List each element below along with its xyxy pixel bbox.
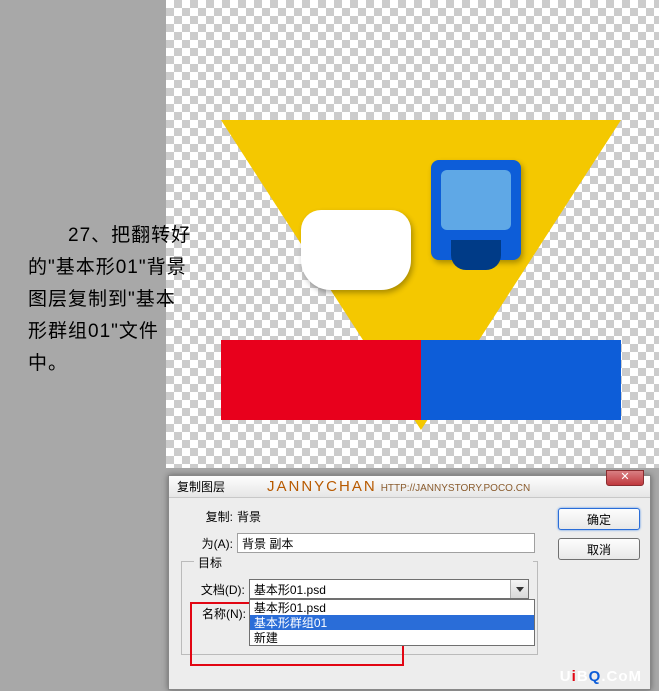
- target-fieldset: 目标 文档(D): 基本形01.psd 基本形01.psd 基本形群组01 新建…: [181, 561, 538, 655]
- toy-cab: [431, 160, 521, 260]
- toy-base: [221, 340, 621, 420]
- document-label: 文档(D):: [190, 581, 249, 598]
- dropdown-option[interactable]: 新建: [250, 630, 534, 645]
- uibq-watermark: UiBQ.CoM: [560, 668, 642, 685]
- cancel-button[interactable]: 取消: [558, 538, 640, 560]
- dialog-title-text: 复制图层: [177, 478, 225, 495]
- step-description: 27、把翻转好的"基本形01"背景图层复制到"基本形群组01"文件中。: [28, 220, 193, 380]
- duplicate-layer-dialog: 复制图层 JANNYCHANHTTP://JANNYSTORY.POCO.CN …: [168, 475, 651, 690]
- name-label: 名称(N):: [190, 605, 250, 622]
- triangle-layer: [221, 120, 621, 430]
- ok-button[interactable]: 确定: [558, 508, 640, 530]
- dialog-titlebar[interactable]: 复制图层 JANNYCHANHTTP://JANNYSTORY.POCO.CN …: [169, 476, 650, 498]
- chevron-down-icon[interactable]: [510, 580, 528, 598]
- as-input[interactable]: [237, 533, 535, 553]
- dialog-button-group: 确定 取消: [558, 508, 640, 568]
- dialog-body: 确定 取消 复制: 背景 为(A): 目标 文档(D): 基本形01.psd 基…: [169, 498, 650, 689]
- copy-value: 背景: [237, 508, 261, 525]
- as-label: 为(A):: [181, 535, 237, 552]
- toy-scoop: [301, 210, 411, 290]
- copy-label: 复制:: [181, 508, 237, 525]
- dropdown-option[interactable]: 基本形01.psd: [250, 600, 534, 615]
- document-dropdown-text: 基本形01.psd: [250, 581, 510, 598]
- canvas-transparent-area: [166, 0, 659, 468]
- document-dropdown-list: 基本形01.psd 基本形群组01 新建: [249, 599, 535, 646]
- target-legend: 目标: [194, 554, 533, 571]
- dropdown-option[interactable]: 基本形群组01: [250, 615, 534, 630]
- close-icon[interactable]: ✕: [606, 470, 644, 486]
- document-dropdown[interactable]: 基本形01.psd 基本形01.psd 基本形群组01 新建: [249, 579, 529, 599]
- jannychan-watermark: JANNYCHANHTTP://JANNYSTORY.POCO.CN: [267, 478, 530, 495]
